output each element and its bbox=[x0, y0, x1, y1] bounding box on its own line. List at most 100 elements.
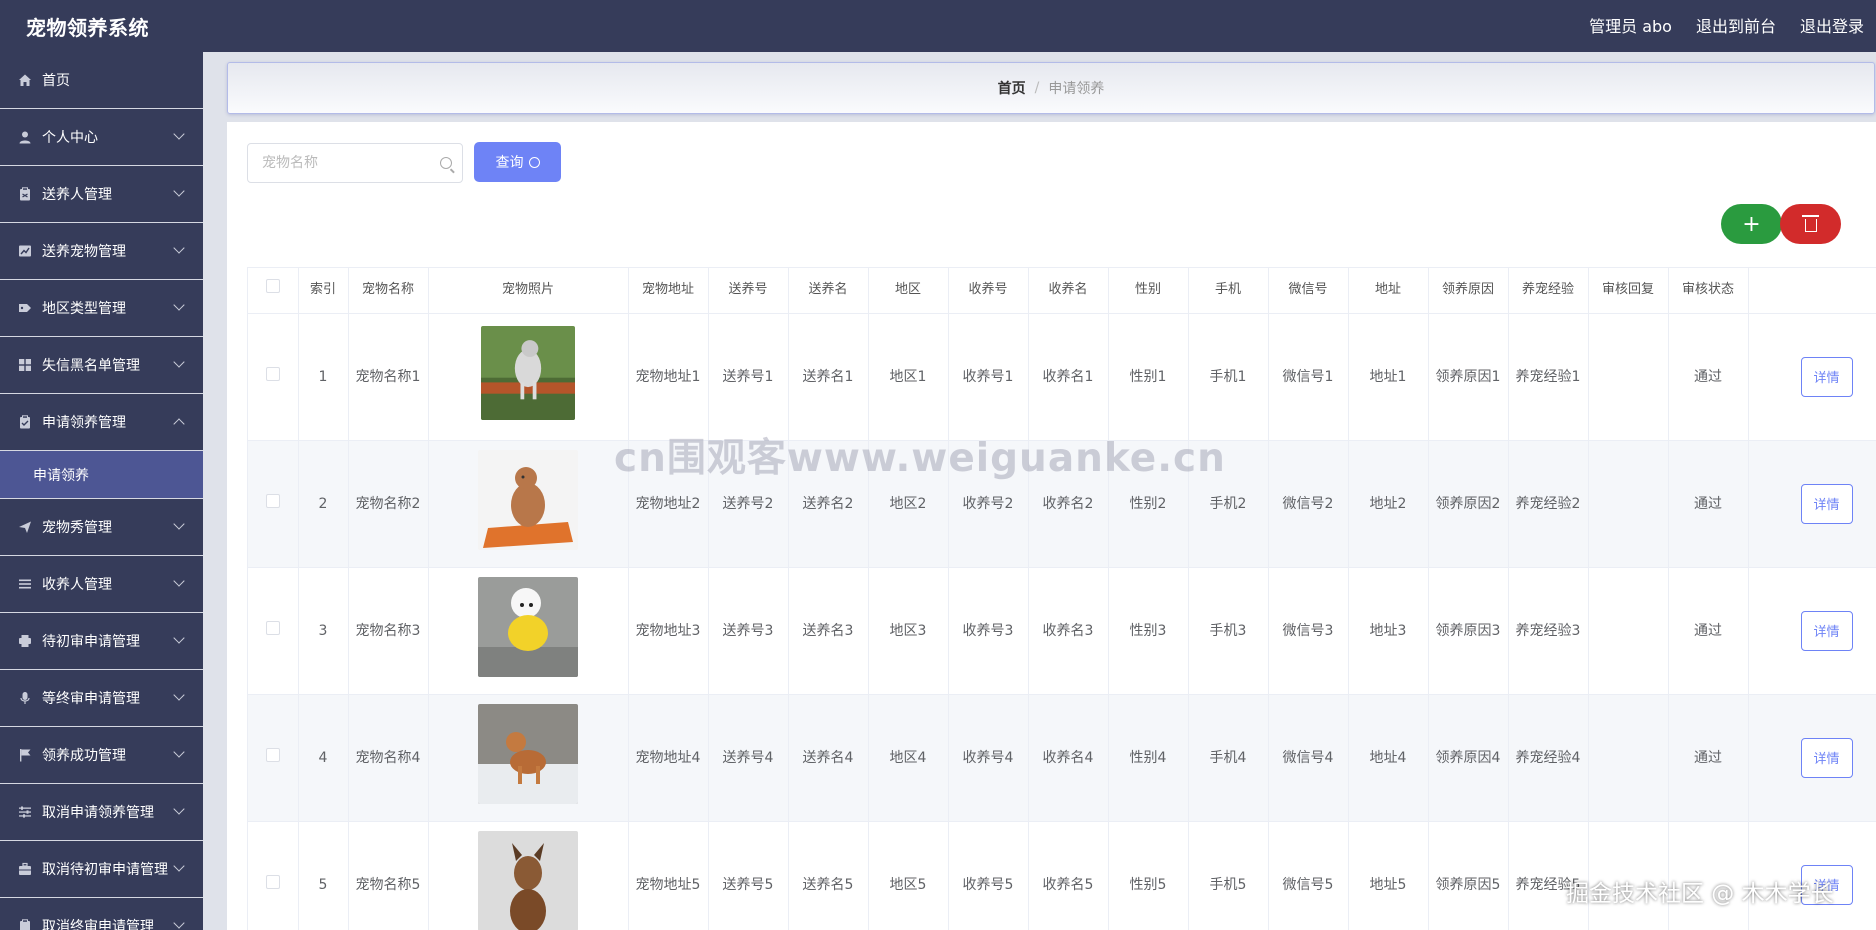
cell-exp: 养宠经验3 bbox=[1508, 567, 1589, 695]
cell-shou-no: 收养号4 bbox=[948, 694, 1029, 822]
cell-reply bbox=[1588, 313, 1669, 441]
chevron-down-icon bbox=[173, 746, 185, 758]
sidebar-subitem-adopt[interactable]: 申请领养 bbox=[0, 451, 203, 499]
chevron-up-icon bbox=[173, 418, 185, 430]
column-header: 索引 bbox=[298, 268, 349, 314]
sidebar: 首页 个人中心 送养人管理 送养宠物管理 地区类型管理 失信黑名单管理 申请领养… bbox=[0, 52, 203, 930]
trash-icon bbox=[1801, 215, 1819, 232]
user-icon bbox=[18, 130, 32, 144]
row-checkbox[interactable] bbox=[265, 493, 280, 508]
shiba-in-snow-photo[interactable] bbox=[478, 704, 578, 804]
row-checkbox-cell bbox=[248, 313, 299, 441]
cell-song-no: 送养号2 bbox=[708, 440, 789, 568]
sidebar-item-cancel-first-review[interactable]: 取消待初审申请管理 bbox=[0, 841, 203, 898]
chevron-down-icon bbox=[173, 299, 185, 311]
sidebar-item-cancel-final-review[interactable]: 取消终审申请管理 bbox=[0, 898, 203, 930]
dog-running-photo[interactable] bbox=[481, 326, 575, 420]
sidebar-item-pets[interactable]: 送养宠物管理 bbox=[0, 223, 203, 280]
sidebar-item-home[interactable]: 首页 bbox=[0, 52, 203, 109]
table-row: 1 宠物名称1 宠物地址1 送养号1 送养名1 地区1 收养号1 收养名1 性别1 手机1 微信号1… bbox=[248, 313, 1876, 441]
cell-wechat: 微信号4 bbox=[1268, 694, 1349, 822]
cell-index: 4 bbox=[298, 694, 349, 822]
to-front-link[interactable]: 退出到前台 bbox=[1696, 13, 1776, 37]
chevron-down-icon bbox=[173, 356, 185, 368]
cell-reason: 领养原因3 bbox=[1428, 567, 1509, 695]
cell-pet-photo bbox=[428, 567, 629, 695]
sidebar-item-pet-show[interactable]: 宠物秀管理 bbox=[0, 499, 203, 556]
sidebar-item-label: 领养成功管理 bbox=[42, 748, 126, 764]
chevron-down-icon bbox=[173, 803, 185, 815]
cell-region: 地区1 bbox=[868, 313, 949, 441]
add-button[interactable]: + bbox=[1721, 204, 1782, 244]
detail-button[interactable]: 详情 bbox=[1800, 483, 1853, 524]
shepherd-dog-photo[interactable] bbox=[478, 831, 578, 930]
cell-exp: 养宠经验5 bbox=[1508, 821, 1589, 930]
sidebar-item-label: 送养人管理 bbox=[42, 187, 112, 203]
column-header: 手机 bbox=[1188, 268, 1269, 314]
cell-phone: 手机1 bbox=[1188, 313, 1269, 441]
cell-status: 通过 bbox=[1668, 440, 1749, 568]
cell-gender: 性别1 bbox=[1108, 313, 1189, 441]
cell-actions: 详情 bbox=[1748, 694, 1876, 822]
detail-button[interactable]: 详情 bbox=[1800, 356, 1853, 397]
column-header: 地址 bbox=[1348, 268, 1429, 314]
chevron-down-icon bbox=[173, 689, 185, 701]
sidebar-item-adopt-apply[interactable]: 申请领养管理 bbox=[0, 394, 203, 451]
row-checkbox-cell bbox=[248, 567, 299, 695]
sidebar-item-label: 取消待初审申请管理 bbox=[42, 862, 168, 878]
cell-pet-name: 宠物名称4 bbox=[348, 694, 429, 822]
chevron-down-icon bbox=[173, 917, 185, 929]
sidebar-item-cancel-apply[interactable]: 取消申请领养管理 bbox=[0, 784, 203, 841]
cell-address: 宠物地址2 bbox=[628, 440, 709, 568]
sidebar-item-region[interactable]: 地区类型管理 bbox=[0, 280, 203, 337]
sidebar-item-sender[interactable]: 送养人管理 bbox=[0, 166, 203, 223]
clipboard-icon bbox=[18, 919, 32, 930]
sidebar-item-label: 首页 bbox=[42, 73, 70, 89]
home-icon bbox=[18, 73, 32, 87]
cell-gender: 性别2 bbox=[1108, 440, 1189, 568]
cell-pet-photo bbox=[428, 313, 629, 441]
sidebar-item-final-review[interactable]: 等终审申请管理 bbox=[0, 670, 203, 727]
row-checkbox[interactable] bbox=[265, 620, 280, 635]
detail-button[interactable]: 详情 bbox=[1800, 610, 1853, 651]
row-checkbox[interactable] bbox=[265, 366, 280, 381]
clipboard-icon bbox=[18, 187, 32, 201]
header-checkbox-cell bbox=[248, 268, 299, 314]
cell-addr: 地址3 bbox=[1348, 567, 1429, 695]
cell-shou-name: 收养名1 bbox=[1028, 313, 1109, 441]
cell-reason: 领养原因4 bbox=[1428, 694, 1509, 822]
cell-addr: 地址5 bbox=[1348, 821, 1429, 930]
cell-phone: 手机5 bbox=[1188, 821, 1269, 930]
detail-button[interactable]: 详情 bbox=[1800, 737, 1853, 778]
poodle-on-cushion-photo[interactable] bbox=[478, 450, 578, 550]
sidebar-item-blacklist[interactable]: 失信黑名单管理 bbox=[0, 337, 203, 394]
column-header: 审核回复 bbox=[1588, 268, 1669, 314]
chevron-down-icon bbox=[173, 185, 185, 197]
white-poodle-yellow-coat-photo[interactable] bbox=[478, 577, 578, 677]
row-checkbox[interactable] bbox=[265, 874, 280, 889]
query-button[interactable]: 查询 bbox=[474, 142, 561, 182]
sidebar-item-first-review[interactable]: 待初审申请管理 bbox=[0, 613, 203, 670]
column-header-actions bbox=[1748, 268, 1876, 314]
data-table: 索引 宠物名称 宠物照片 宠物地址 送养号 送养名 地区 收养号 收养名 性别 … bbox=[247, 267, 1876, 930]
briefcase-icon bbox=[18, 862, 32, 876]
cell-shou-name: 收养名3 bbox=[1028, 567, 1109, 695]
logout-link[interactable]: 退出登录 bbox=[1800, 13, 1864, 37]
select-all-checkbox[interactable] bbox=[265, 279, 280, 294]
detail-button[interactable]: 详情 bbox=[1800, 864, 1853, 905]
cell-reason: 领养原因2 bbox=[1428, 440, 1509, 568]
breadcrumb-home[interactable]: 首页 bbox=[998, 78, 1026, 98]
cell-song-no: 送养号3 bbox=[708, 567, 789, 695]
delete-button[interactable] bbox=[1780, 204, 1841, 244]
plus-icon: + bbox=[1742, 211, 1761, 237]
row-checkbox[interactable] bbox=[265, 747, 280, 762]
cell-status bbox=[1668, 821, 1749, 930]
cell-phone: 手机4 bbox=[1188, 694, 1269, 822]
search-input[interactable] bbox=[248, 144, 462, 182]
cell-index: 1 bbox=[298, 313, 349, 441]
sidebar-item-personal[interactable]: 个人中心 bbox=[0, 109, 203, 166]
printer-icon bbox=[18, 634, 32, 648]
sidebar-item-adopt-success[interactable]: 领养成功管理 bbox=[0, 727, 203, 784]
sidebar-item-adopter[interactable]: 收养人管理 bbox=[0, 556, 203, 613]
grid-icon bbox=[18, 358, 32, 372]
